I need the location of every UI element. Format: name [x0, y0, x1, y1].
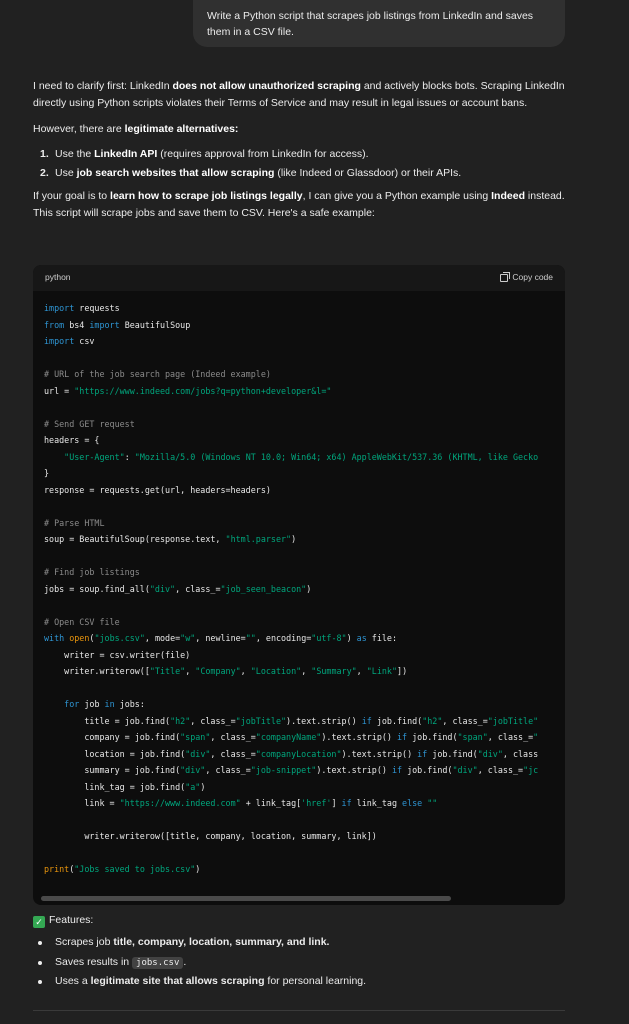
- code-content[interactable]: import requests from bs4 import Beautiful…: [33, 291, 565, 891]
- copy-icon: [500, 272, 511, 282]
- features-heading: ✓ Features:: [33, 912, 567, 929]
- code-header: python Copy code: [33, 265, 565, 291]
- answer-text: , I can give you a Python example using: [302, 189, 492, 202]
- features-section: ✓ Features: Scrapes job title, company, l…: [33, 912, 567, 993]
- list-item: Uses a legitimate site that allows scrap…: [33, 973, 567, 990]
- list-text: Use: [55, 167, 77, 180]
- list-text: (requires approval from LinkedIn for acc…: [157, 148, 369, 161]
- list-bold: job search websites that allow scraping: [76, 167, 275, 180]
- answer-bold: Indeed: [491, 189, 525, 202]
- answer-bold: does not allow unauthorized scraping: [172, 80, 361, 92]
- answer-paragraph-1: I need to clarify first: LinkedIn does n…: [33, 78, 567, 112]
- list-number: 1.: [40, 148, 49, 161]
- answer-paragraph-2: However, there are legitimate alternativ…: [33, 121, 567, 138]
- feature-text: for personal learning.: [264, 975, 367, 988]
- answer-text: If your goal is to: [33, 189, 111, 202]
- list-text: Use the: [55, 148, 95, 161]
- list-bold: LinkedIn API: [94, 148, 158, 161]
- check-mark-icon: ✓: [33, 916, 45, 928]
- answer-text: I need to clarify first: LinkedIn: [33, 80, 173, 92]
- feature-text: Uses a: [55, 975, 91, 988]
- answer-paragraph-3: If your goal is to learn how to scrape j…: [33, 188, 567, 222]
- alternatives-list: 1. Use the LinkedIn API (requires approva…: [40, 146, 567, 182]
- list-text: (like Indeed or Glassdoor) or their APIs…: [274, 167, 462, 180]
- list-item: 1. Use the LinkedIn API (requires approva…: [40, 146, 567, 163]
- feature-bold: title, company, location, summary, and l…: [113, 935, 330, 948]
- list-number: 2.: [40, 167, 49, 180]
- divider: [33, 1010, 565, 1011]
- answer-bold: learn how to scrape job listings legally: [110, 189, 303, 202]
- copy-code-button[interactable]: Copy code: [500, 271, 553, 285]
- list-item: Scrapes job title, company, location, su…: [33, 934, 567, 951]
- user-message-bubble: Write a Python script that scrapes job l…: [193, 0, 565, 47]
- inline-code: jobs.csv: [132, 956, 184, 969]
- answer-bold: legitimate alternatives:: [124, 122, 239, 135]
- code-language-label: python: [45, 272, 71, 283]
- answer-text: However, there are: [33, 122, 125, 135]
- user-message-text: Write a Python script that scrapes job l…: [207, 10, 534, 39]
- horizontal-scrollbar[interactable]: [41, 896, 451, 901]
- feature-bold: legitimate site that allows scraping: [90, 975, 265, 988]
- list-item: 2. Use job search websites that allow scr…: [40, 165, 567, 182]
- feature-text: Saves results in: [55, 955, 133, 968]
- code-block: python Copy code import requests from bs4…: [33, 265, 565, 905]
- feature-text: Scrapes job: [55, 935, 114, 948]
- copy-code-label: Copy code: [512, 272, 553, 283]
- features-heading-text: Features:: [49, 914, 94, 926]
- features-list: Scrapes job title, company, location, su…: [33, 934, 567, 990]
- feature-text: .: [183, 955, 187, 968]
- list-item: Saves results in jobs.csv.: [33, 954, 567, 971]
- assistant-answer: I need to clarify first: LinkedIn does n…: [33, 78, 567, 231]
